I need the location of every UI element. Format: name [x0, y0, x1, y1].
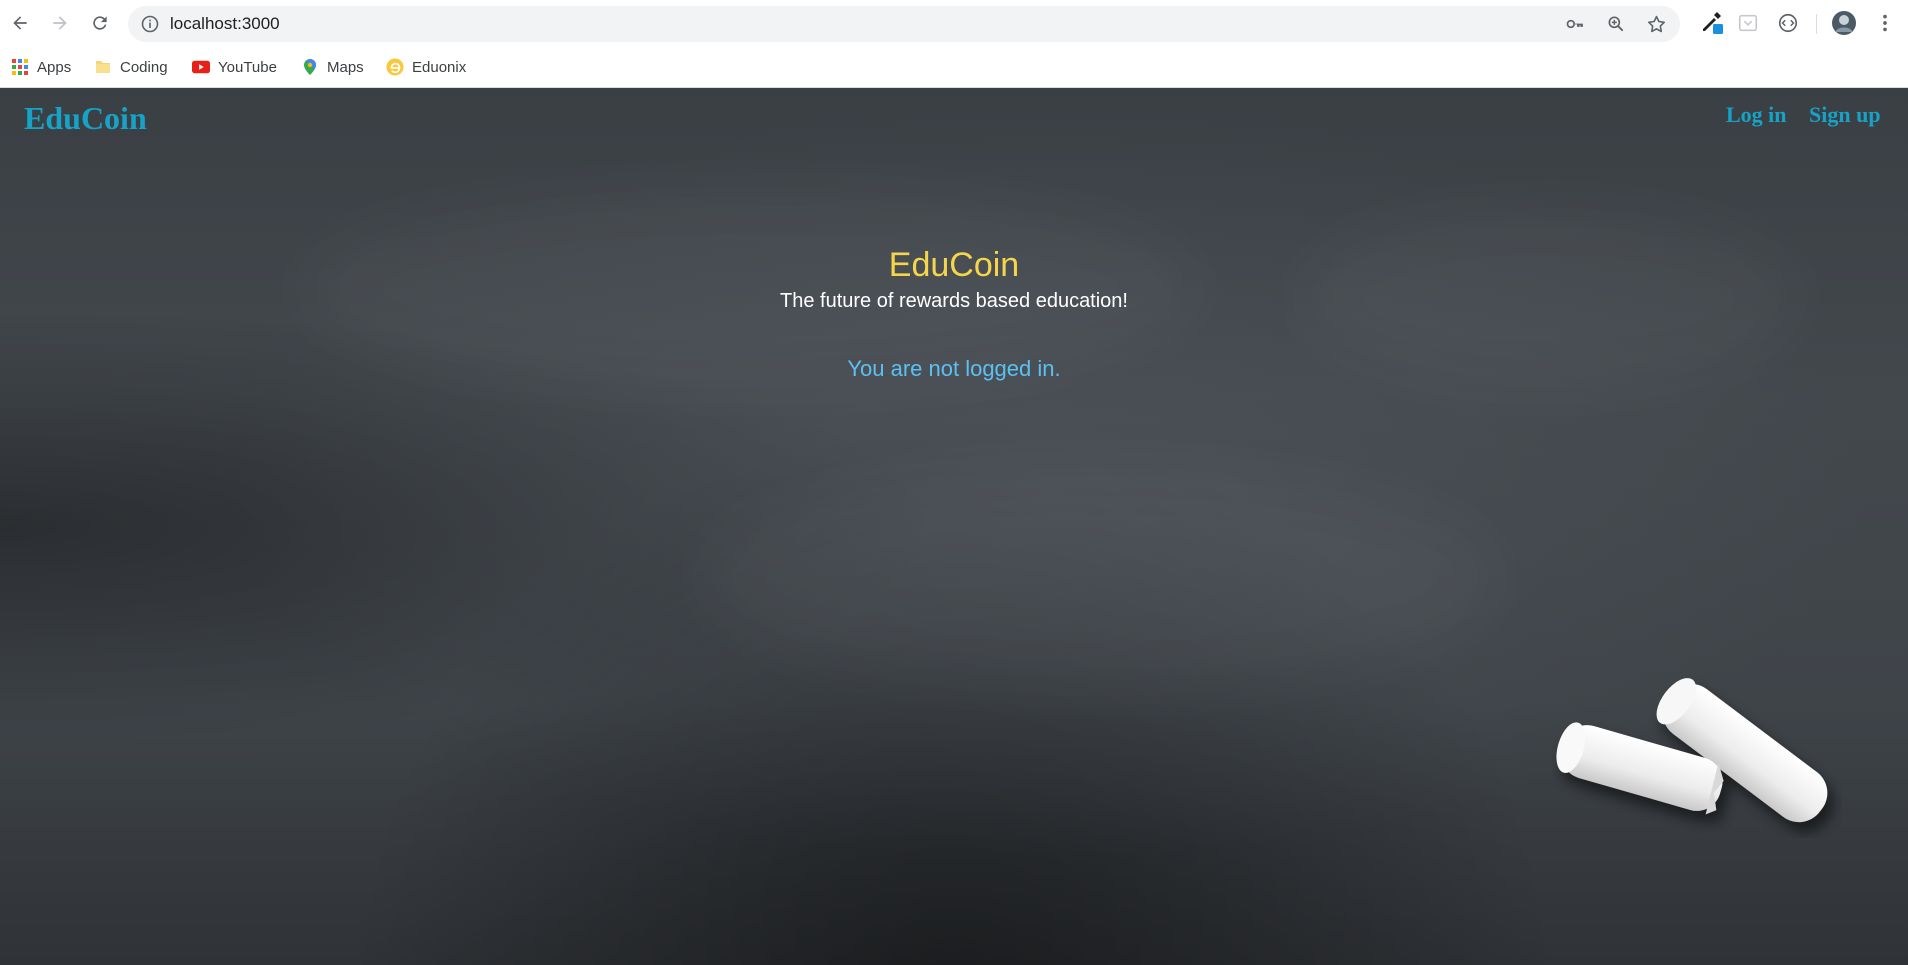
chalk-pieces-image: [1556, 678, 1828, 823]
forward-arrow-icon: [53, 16, 67, 30]
site-info-icon[interactable]: [140, 14, 160, 34]
bookmark-apps[interactable]: Apps: [11, 56, 71, 78]
login-status-message: You are not logged in.: [847, 356, 1061, 381]
bookmark-label: Coding: [120, 58, 168, 76]
signup-link[interactable]: Sign up: [1809, 102, 1881, 128]
reload-icon: [93, 16, 107, 30]
back-arrow-icon: [13, 16, 27, 30]
bookmark-label: Apps: [37, 58, 72, 76]
maps-pin-icon: [301, 58, 319, 76]
page-content: EduCoin Log in Sign up EduCoin The futur…: [0, 88, 1908, 965]
bookmark-coding[interactable]: Coding: [94, 56, 168, 78]
bookmarks-bar: Apps Coding YouTube Maps Eduonix: [0, 48, 1908, 88]
pocket-extension-icon[interactable]: [1735, 10, 1761, 36]
bookmark-maps[interactable]: Maps: [301, 56, 364, 78]
eduonix-icon: [386, 58, 404, 76]
folder-icon: [94, 58, 112, 76]
bookmark-eduonix[interactable]: Eduonix: [386, 56, 466, 78]
youtube-icon: [192, 58, 210, 76]
browser-toolbar: localhost:3000: [0, 0, 1908, 48]
hero-title: EduCoin: [888, 246, 1020, 284]
toolbar-separator: [1816, 14, 1817, 34]
code-extension-icon[interactable]: [1775, 10, 1801, 36]
bookmark-label: Eduonix: [412, 58, 467, 76]
url-text[interactable]: localhost:3000: [170, 14, 280, 34]
bookmark-label: Maps: [327, 58, 364, 76]
eyedropper-extension-icon[interactable]: [1700, 10, 1726, 36]
zoom-icon[interactable]: [1605, 13, 1627, 35]
hero-subtitle: The future of rewards based education!: [780, 290, 1128, 312]
bookmark-star-icon[interactable]: [1645, 13, 1667, 35]
reload-button[interactable]: [87, 10, 113, 36]
apps-grid-icon: [11, 58, 29, 76]
chalk-smudge: [700, 468, 1500, 688]
bookmark-youtube[interactable]: YouTube: [192, 56, 277, 78]
profile-avatar[interactable]: [1831, 10, 1857, 36]
bookmark-label: YouTube: [218, 58, 277, 76]
browser-menu-icon[interactable]: [1872, 10, 1898, 36]
address-bar[interactable]: localhost:3000: [128, 6, 1680, 42]
forward-button[interactable]: [47, 10, 73, 36]
login-link[interactable]: Log in: [1726, 102, 1787, 128]
back-button[interactable]: [7, 10, 33, 36]
key-icon[interactable]: [1564, 13, 1586, 35]
navbar-brand[interactable]: EduCoin: [24, 100, 147, 137]
